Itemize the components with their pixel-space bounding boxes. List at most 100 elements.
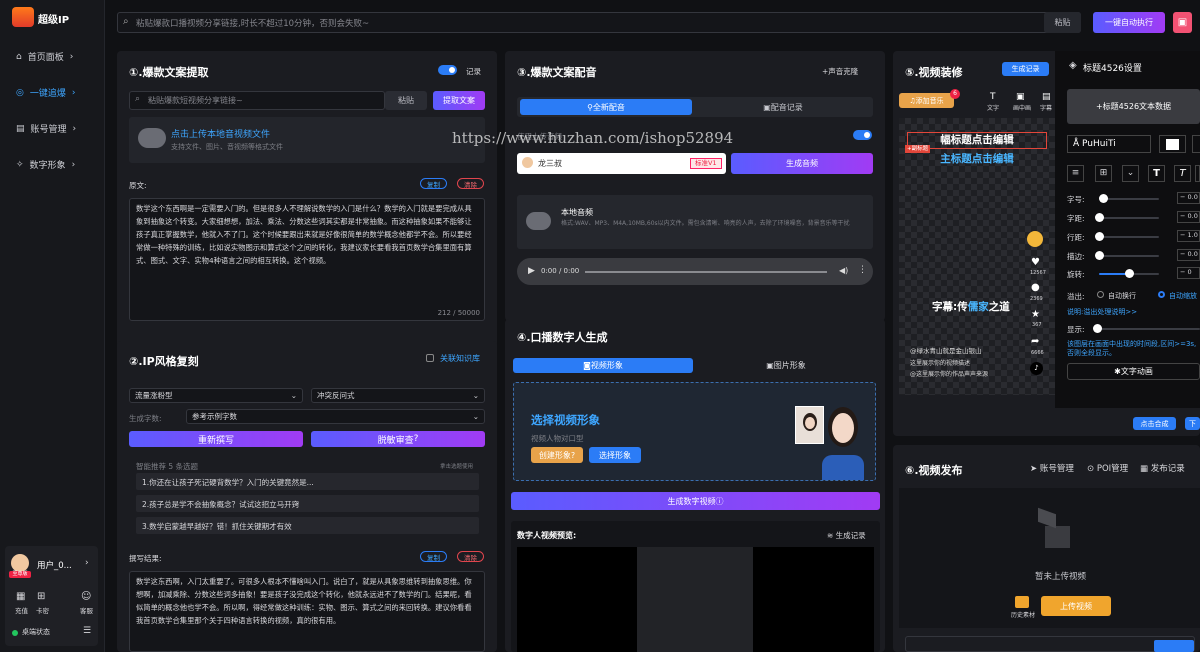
upload-area[interactable]: 点击上传本地音视频文件 支持文件、图片、音视频等格式文件: [129, 117, 485, 163]
main-title-layer[interactable]: 主标题点击编辑: [899, 151, 1055, 166]
sidebar-item-home[interactable]: ⌂ 首页面板 ›: [16, 50, 73, 64]
caption-layer[interactable]: 字幕:传儒家之道: [932, 299, 1010, 314]
font-size-slider[interactable]: [1099, 194, 1159, 203]
card-label[interactable]: 卡密: [36, 605, 49, 615]
support-label[interactable]: 客服: [80, 605, 93, 615]
voice-clone-button[interactable]: +声音克隆: [822, 66, 858, 77]
clear-button[interactable]: 清除: [457, 551, 484, 562]
topic-item[interactable]: 1.你还在让孩子死记硬背数学？入门的关键竟然是...: [136, 473, 479, 490]
generate-audio-button[interactable]: 生成音频: [731, 153, 873, 174]
paste-button[interactable]: 粘贴: [385, 91, 427, 110]
user-name[interactable]: 用户_0...: [37, 559, 72, 571]
publish-records-link[interactable]: ▦ 发布记录: [1140, 462, 1185, 474]
underline-icon[interactable]: [1195, 165, 1200, 182]
dropdown-icon[interactable]: ⌄: [1122, 165, 1139, 182]
stroke-value[interactable]: − 0.0: [1177, 249, 1200, 261]
subtitle-tool-icon[interactable]: ▤: [1042, 92, 1051, 102]
topic-item[interactable]: 2.孩子总是学不会抽象概念？试试这招立马开窍: [136, 495, 479, 512]
shrink-radio[interactable]: [1158, 291, 1165, 298]
wrap-radio[interactable]: [1097, 291, 1104, 298]
letter-spacing-slider[interactable]: [1095, 213, 1159, 222]
video-canvas[interactable]: 幅标题点击编辑 +副标题 主标题点击编辑 ♥ 12567 ● 2369 ★ 36…: [899, 118, 1055, 395]
generate-video-button[interactable]: 生成数字视频 ⓘ: [511, 492, 880, 510]
sensitive-check-button[interactable]: 脱敏审查 ?: [311, 431, 485, 447]
extract-button[interactable]: 提取文案: [433, 91, 485, 110]
tab-image-avatar[interactable]: ▣ 图片形象: [696, 358, 876, 373]
copy-button[interactable]: 复制: [420, 551, 447, 562]
select-avatar-area[interactable]: 选择视频形象 视频人物对口型 创建形象 ? 选择形象: [513, 382, 876, 481]
bag-icon[interactable]: ▣: [1173, 12, 1192, 33]
grid-icon[interactable]: ▦: [16, 591, 25, 602]
color-picker[interactable]: [1159, 135, 1186, 153]
rewrite-button[interactable]: 重新撰写: [129, 431, 303, 447]
audio-player[interactable]: ▶ 0:00 / 0:00 ◀) ⋮: [517, 258, 873, 285]
upload-video-button[interactable]: 上传视频: [1041, 596, 1111, 616]
bold-icon[interactable]: T: [1148, 165, 1165, 182]
kb-link[interactable]: 关联知识库: [440, 353, 480, 364]
audio-progress[interactable]: [585, 271, 827, 273]
tab-dub-records[interactable]: ▣ 配音记录: [697, 99, 869, 115]
sidebar-item-digital[interactable]: ✧ 数字形象 ›: [16, 158, 75, 172]
compose-button[interactable]: 点击合成: [1133, 417, 1176, 430]
add-title-data-button[interactable]: +标题4526文本数据: [1067, 89, 1200, 124]
position-icon[interactable]: ⊞: [1095, 165, 1112, 182]
font-size-value[interactable]: − 0.0: [1177, 192, 1200, 204]
recharge-label[interactable]: 充值: [15, 605, 28, 615]
align-icon[interactable]: ≡: [1067, 165, 1084, 182]
panel-decorate-title: ⑤.视频装修: [905, 66, 963, 79]
next-button[interactable]: 下: [1185, 417, 1200, 430]
text-tool-icon[interactable]: T: [990, 92, 996, 102]
menu-icon[interactable]: ☰: [83, 626, 91, 636]
more-icon[interactable]: ⋮: [858, 265, 867, 275]
font-select[interactable]: Å PuHuiTi: [1067, 135, 1151, 153]
text-animation-button[interactable]: ✱ 文字动画: [1067, 363, 1200, 380]
style-select-1[interactable]: 流量涨粉型 ⌄: [129, 388, 303, 403]
line-height-value[interactable]: − 1.0: [1177, 230, 1200, 242]
rotate-value[interactable]: − 0: [1177, 267, 1200, 279]
stroke-slider[interactable]: [1095, 251, 1159, 260]
result-textarea[interactable]: 数学这东西啊，入门太重要了。可很多人根本不懂啥叫入门。说白了，就是从具象思维转到…: [129, 571, 485, 652]
style-select-2[interactable]: 冲突反问式 ⌄: [311, 388, 485, 403]
folder-icon[interactable]: [1015, 596, 1029, 608]
voice-select[interactable]: 龙三叔 标准V1: [517, 153, 726, 174]
word-count-select[interactable]: 参考示例字数 ⌄: [186, 409, 485, 424]
decorate-records-button[interactable]: 生成记录: [1002, 62, 1049, 76]
records-link[interactable]: ≋ 生成记录: [827, 530, 866, 541]
support-icon[interactable]: ☺: [81, 591, 91, 602]
publish-input[interactable]: [905, 636, 1195, 652]
line-height-slider[interactable]: [1095, 232, 1159, 241]
tab-video-avatar[interactable]: ◙ 视频形象: [513, 358, 693, 373]
display-range-slider[interactable]: [1093, 324, 1200, 333]
avatar[interactable]: [11, 554, 29, 572]
volume-icon[interactable]: ◀): [839, 266, 848, 275]
sidebar-item-accounts[interactable]: ▤ 账号管理 ›: [16, 122, 76, 136]
color-picker-2[interactable]: [1192, 135, 1200, 153]
gift-icon[interactable]: ⊞: [37, 591, 45, 602]
chevron-right-icon[interactable]: ›: [85, 558, 89, 568]
create-avatar-button[interactable]: 创建形象 ?: [531, 447, 583, 463]
rotate-slider[interactable]: [1099, 269, 1159, 278]
kb-checkbox[interactable]: [426, 354, 434, 362]
record-toggle[interactable]: [438, 65, 457, 75]
topic-item[interactable]: 3.数学启蒙越早越好？错！抓住关键期才有效: [136, 517, 479, 534]
orig-textarea[interactable]: 数学这个东西啊是一定需要入门的。但是很多人不理解说数学的入门是什么？数学的入门就…: [129, 198, 485, 321]
overflow-help-link[interactable]: 说明:溢出处理说明>>: [1067, 307, 1137, 317]
clear-button[interactable]: 清除: [457, 178, 484, 189]
letter-spacing-value[interactable]: − 0.0: [1177, 211, 1200, 223]
pip-tool-icon[interactable]: ▣: [1016, 92, 1025, 102]
add-music-button[interactable]: ♫ 添加音乐: [899, 93, 954, 108]
tab-new-dub[interactable]: ⚲ 全新配音: [520, 99, 692, 115]
italic-icon[interactable]: T: [1174, 165, 1191, 182]
pick-avatar-button[interactable]: 选择形象: [589, 447, 641, 463]
upload-audio-toggle[interactable]: [853, 130, 872, 140]
short-link-input[interactable]: ⌕ 粘贴爆款短视频分享链接~: [129, 91, 385, 110]
sidebar-item-chase[interactable]: ◎ 一键追爆 ›: [16, 86, 75, 100]
account-link[interactable]: ➤ 账号管理: [1030, 462, 1074, 474]
poi-link[interactable]: ⊙ POI管理: [1087, 462, 1128, 474]
paste-button[interactable]: 粘贴: [1044, 12, 1081, 33]
main-link-input[interactable]: ⌕ 粘贴爆款口播视频分享链接,时长不超过10分钟，否则会失败~: [117, 12, 1081, 33]
play-icon[interactable]: ▶: [528, 266, 535, 276]
auto-run-button[interactable]: 一键自动执行: [1093, 12, 1165, 33]
local-audio-area[interactable]: 本地音频 格式:WAV、MP3、M4A,10MB,60s以内文件。需包含清晰、响…: [517, 195, 873, 249]
copy-button[interactable]: 复制: [420, 178, 447, 189]
